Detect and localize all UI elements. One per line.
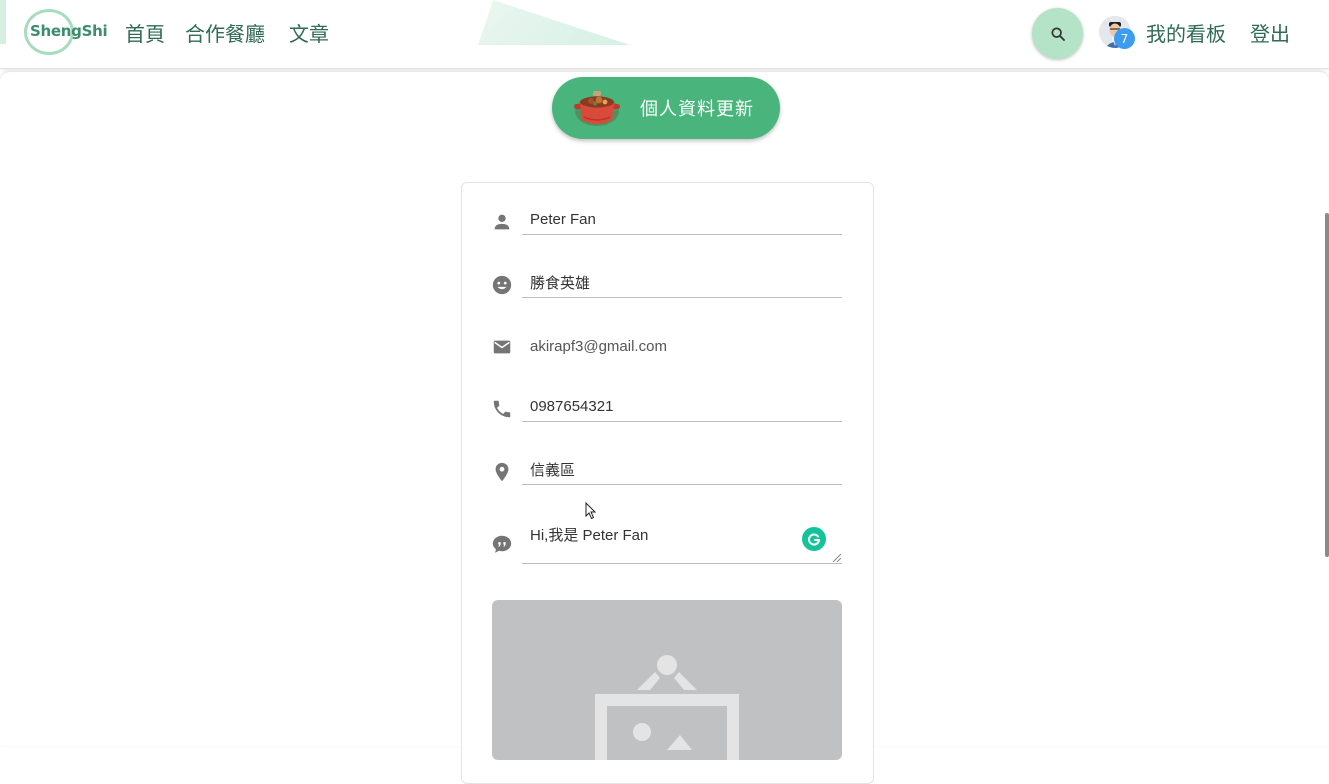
image-placeholder-icon [595,655,739,760]
smiley-icon [492,275,512,295]
phone-icon [493,400,511,418]
nav-link-restaurants[interactable]: 合作餐廳 [185,18,265,47]
page-title-banner: 個人資料更新 [552,77,780,139]
district-input[interactable] [522,455,842,485]
nickname-input[interactable] [522,268,842,298]
location-pin-icon [495,462,509,482]
notification-badge: 7 [1114,28,1135,49]
grammarly-button[interactable] [802,527,826,551]
profile-image-upload[interactable] [492,600,842,760]
top-navbar: ShengShi 首頁 合作餐廳 文章 7 我的看板 登出 [0,0,1329,69]
chat-quote-icon [492,535,512,553]
header-decoration [0,0,6,44]
page-title: 個人資料更新 [640,99,754,120]
dashboard-link[interactable]: 我的看板 [1146,18,1226,47]
phone-input[interactable] [522,392,842,422]
header-decoration-triangle [478,0,630,45]
name-input[interactable] [522,205,842,235]
cooking-pot-icon [574,91,620,126]
nav-link-articles[interactable]: 文章 [289,18,329,47]
search-button[interactable] [1032,8,1083,59]
search-icon [1050,26,1065,41]
person-icon [494,214,510,230]
logout-link[interactable]: 登出 [1250,18,1290,47]
mouse-cursor-icon [585,502,597,520]
bio-textarea[interactable]: Hi,我是 Peter Fan [522,518,842,564]
resize-handle-icon[interactable] [832,553,841,562]
email-value: akirapf3@gmail.com [530,338,667,355]
grammarly-icon [808,533,821,546]
scrollbar[interactable] [1325,213,1329,557]
nav-link-home[interactable]: 首頁 [125,18,165,47]
mail-icon [493,340,511,354]
logo[interactable]: ShengShi [30,22,108,40]
